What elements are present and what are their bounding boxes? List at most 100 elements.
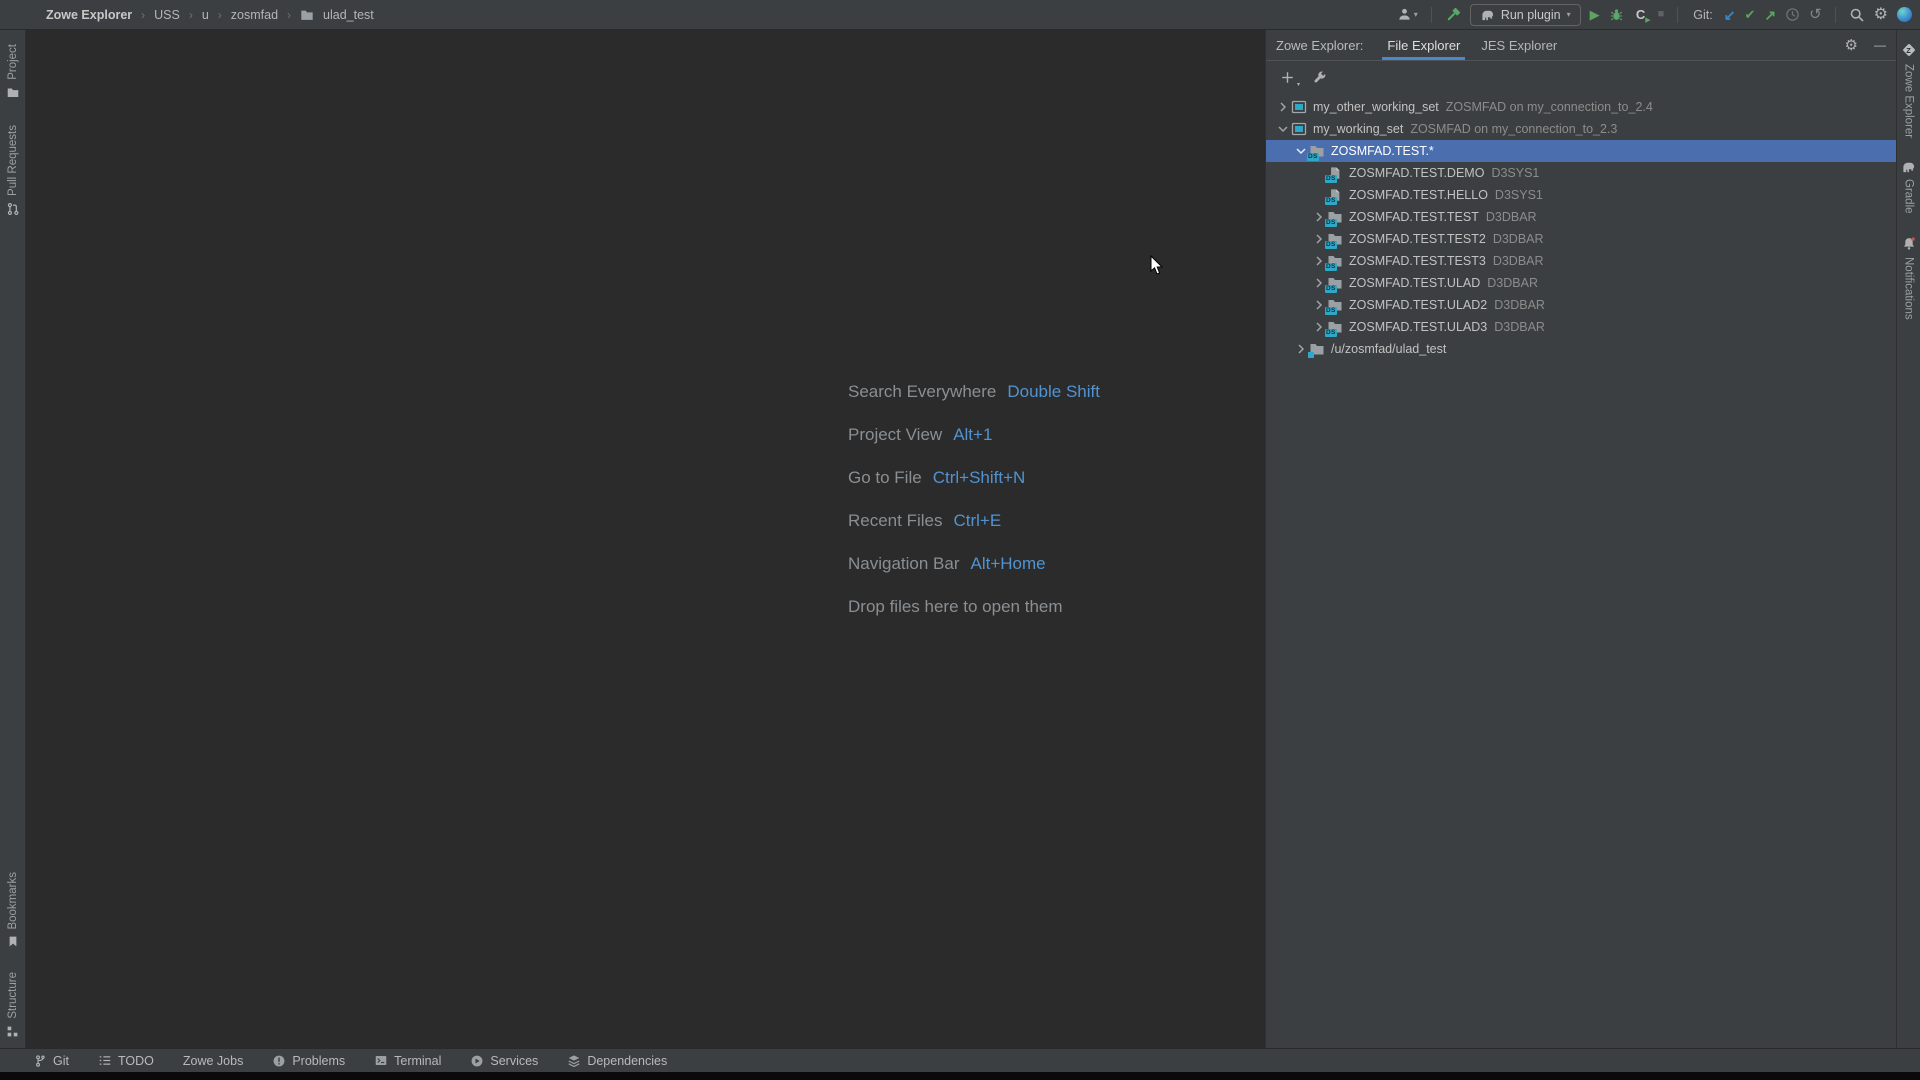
dataset-folder-icon: DS	[1327, 319, 1343, 335]
tree-row-sequential-dataset[interactable]: DS ZOSMFAD.TEST.HELLO D3SYS1	[1266, 184, 1896, 206]
tree-row-working-set[interactable]: my_working_set ZOSMFAD on my_connection_…	[1266, 118, 1896, 140]
folder-icon	[300, 8, 314, 22]
toolwindow-button-git[interactable]: Git	[34, 1054, 69, 1068]
code-with-me-icon[interactable]	[1897, 7, 1912, 22]
breadcrumb-segment-zosmfad[interactable]: zosmfad	[231, 8, 278, 22]
stripe-button-zowe-explorer[interactable]: Z Zowe Explorer	[1901, 42, 1917, 138]
node-label: my_working_set	[1313, 122, 1403, 136]
dataset-folder-icon: DS	[1309, 143, 1325, 159]
hint-label: Recent Files	[848, 511, 942, 531]
hint-navigation-bar: Navigation Bar Alt+Home	[848, 542, 1100, 585]
node-detail: ZOSMFAD on my_connection_to_2.3	[1410, 122, 1617, 136]
toolwindow-label: Terminal	[394, 1054, 441, 1068]
tree-row-partitioned-dataset[interactable]: DS ZOSMFAD.TEST.ULAD2 D3DBAR	[1266, 294, 1896, 316]
hint-label: Navigation Bar	[848, 554, 960, 574]
panel-title: Zowe Explorer:	[1276, 38, 1363, 53]
run-configuration-select[interactable]: Run plugin ▾	[1470, 4, 1581, 26]
breadcrumb-segment-ulad-test[interactable]: ulad_test	[323, 8, 374, 22]
toolwindow-button-todo[interactable]: TODO	[98, 1054, 154, 1068]
chevron-down-icon: ▾	[1567, 11, 1571, 19]
hint-go-to-file: Go to File Ctrl+Shift+N	[848, 456, 1100, 499]
tree-row-partitioned-dataset[interactable]: DS ZOSMFAD.TEST.TEST D3DBAR	[1266, 206, 1896, 228]
gradle-elephant-icon	[1480, 8, 1495, 21]
chevron-right-icon[interactable]	[1274, 99, 1291, 115]
breadcrumb-separator: ›	[141, 8, 145, 22]
dataset-folder-icon: DS	[1327, 231, 1343, 247]
debug-bug-icon[interactable]	[1609, 7, 1624, 22]
tree-row-partitioned-dataset[interactable]: DS ZOSMFAD.TEST.TEST3 D3DBAR	[1266, 250, 1896, 272]
panel-settings-gear-icon[interactable]: ⚙	[1845, 38, 1858, 53]
run-with-coverage-icon[interactable]: C ▶	[1633, 7, 1649, 23]
stripe-button-pull-requests[interactable]: Pull Requests	[6, 125, 20, 216]
chevron-down-icon[interactable]	[1274, 121, 1291, 137]
toolwindow-button-dependencies[interactable]: Dependencies	[567, 1054, 667, 1068]
breadcrumb-separator: ›	[218, 8, 222, 22]
settings-gear-icon[interactable]: ⚙	[1874, 7, 1888, 23]
stripe-button-bookmarks[interactable]: Bookmarks	[7, 872, 19, 949]
git-push-button[interactable]: ↗	[1764, 8, 1776, 22]
tab-file-explorer[interactable]: File Explorer	[1384, 30, 1463, 60]
working-set-icon	[1291, 99, 1307, 115]
tree-row-uss-directory[interactable]: /u/zosmfad/ulad_test	[1266, 338, 1896, 360]
git-commit-button[interactable]: ✔	[1744, 8, 1755, 21]
toolbar-separator	[1431, 7, 1432, 23]
toolbar-separator	[1835, 7, 1836, 23]
git-label: Git:	[1693, 8, 1712, 22]
node-detail: D3DBAR	[1486, 210, 1537, 224]
tree-row-partitioned-dataset[interactable]: DS ZOSMFAD.TEST.ULAD D3DBAR	[1266, 272, 1896, 294]
tree-row-working-set[interactable]: my_other_working_set ZOSMFAD on my_conne…	[1266, 96, 1896, 118]
editor-area: Search Everywhere Double Shift Project V…	[26, 30, 1265, 1048]
toolwindow-button-zowe-jobs[interactable]: Zowe Jobs	[183, 1054, 243, 1068]
hide-panel-icon[interactable]: —	[1874, 39, 1886, 51]
rollback-button[interactable]: ↺	[1809, 7, 1822, 22]
add-icon[interactable]: ▾	[1279, 70, 1295, 86]
tree-row-sequential-dataset[interactable]: DS ZOSMFAD.TEST.DEMO D3SYS1	[1266, 162, 1896, 184]
node-detail: D3DBAR	[1494, 320, 1545, 334]
panel-header: Zowe Explorer: File Explorer JES Explore…	[1266, 30, 1896, 61]
zowe-explorer-panel: Zowe Explorer: File Explorer JES Explore…	[1265, 30, 1896, 1048]
bookmark-icon	[7, 935, 19, 948]
breadcrumb-project[interactable]: Zowe Explorer	[46, 8, 132, 22]
node-detail: D3SYS1	[1495, 188, 1543, 202]
dataset-tree: my_other_working_set ZOSMFAD on my_conne…	[1266, 95, 1896, 1048]
bell-icon	[1902, 236, 1916, 251]
git-update-button[interactable]: ↙	[1724, 8, 1736, 22]
tab-jes-explorer[interactable]: JES Explorer	[1478, 30, 1560, 60]
chevron-right-icon[interactable]	[1292, 341, 1309, 357]
toolwindow-button-terminal[interactable]: Terminal	[374, 1054, 441, 1068]
stripe-button-project[interactable]: Project	[6, 44, 20, 99]
user-account-button[interactable]: ▾	[1397, 7, 1418, 22]
run-button[interactable]: ▶	[1590, 8, 1600, 21]
toolwindow-button-problems[interactable]: Problems	[272, 1054, 345, 1068]
node-label: ZOSMFAD.TEST.DEMO	[1349, 166, 1484, 180]
build-hammer-icon[interactable]	[1445, 7, 1461, 23]
breadcrumb-segment-u[interactable]: u	[202, 8, 209, 22]
node-label: ZOSMFAD.TEST.ULAD3	[1349, 320, 1487, 334]
stripe-label: Project	[7, 44, 19, 80]
stripe-label: Bookmarks	[7, 872, 19, 930]
breadcrumb-segment-uss[interactable]: USS	[154, 8, 180, 22]
dataset-folder-icon: DS	[1327, 275, 1343, 291]
toolwindow-label: TODO	[118, 1054, 154, 1068]
git-branch-icon	[34, 1054, 47, 1068]
toolbar-separator	[1677, 7, 1678, 23]
search-everywhere-icon[interactable]	[1849, 7, 1865, 23]
stripe-button-gradle[interactable]: Gradle	[1901, 160, 1916, 214]
tree-row-dataset-mask[interactable]: DS ZOSMFAD.TEST.*	[1266, 140, 1896, 162]
dataset-file-icon: DS	[1327, 187, 1343, 203]
panel-toolbar: ▾	[1266, 61, 1896, 95]
hint-recent-files: Recent Files Ctrl+E	[848, 499, 1100, 542]
stripe-label: Structure	[7, 972, 19, 1019]
toolwindow-button-services[interactable]: Services	[470, 1054, 538, 1068]
ide-window: Zowe Explorer › USS › u › zosmfad › ulad…	[0, 0, 1920, 1080]
hint-shortcut: Alt+Home	[971, 554, 1046, 574]
breadcrumb-separator: ›	[189, 8, 193, 22]
wrench-icon[interactable]	[1312, 70, 1327, 85]
stripe-button-structure[interactable]: Structure	[6, 972, 19, 1038]
hint-label: Project View	[848, 425, 942, 445]
stripe-button-notifications[interactable]: Notifications	[1902, 236, 1916, 320]
hint-shortcut: Ctrl+E	[953, 511, 1001, 531]
node-detail: ZOSMFAD on my_connection_to_2.4	[1446, 100, 1653, 114]
tree-row-partitioned-dataset[interactable]: DS ZOSMFAD.TEST.ULAD3 D3DBAR	[1266, 316, 1896, 338]
tree-row-partitioned-dataset[interactable]: DS ZOSMFAD.TEST.TEST2 D3DBAR	[1266, 228, 1896, 250]
